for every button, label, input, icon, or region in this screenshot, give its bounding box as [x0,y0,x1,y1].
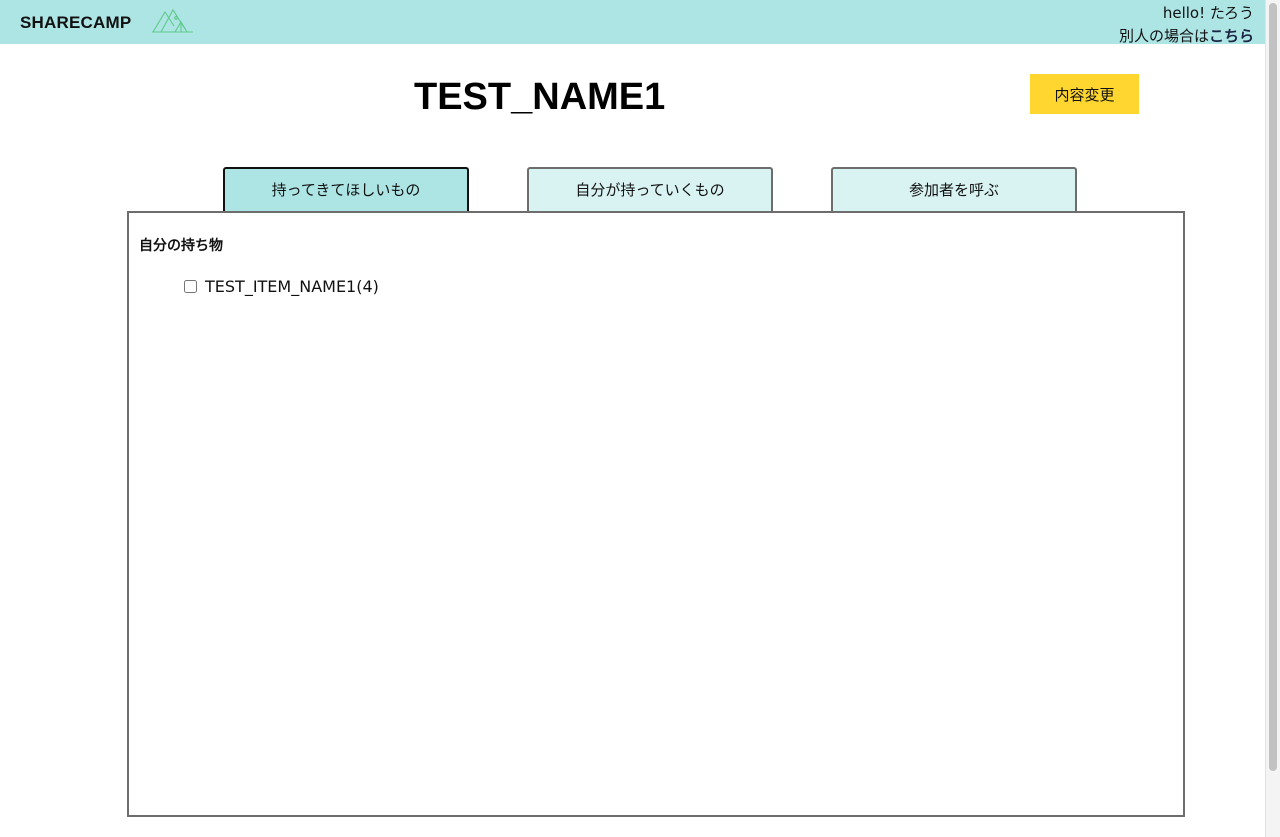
switch-prefix-text: 別人の場合は [1118,27,1209,45]
item-checkbox[interactable] [184,280,197,293]
page: SHARECAMP hello! たろう 別人の場合はこちら TEST_NAME… [0,0,1280,837]
list-item[interactable]: TEST_ITEM_NAME1 (4) [184,277,379,296]
top-header: SHARECAMP hello! たろう 別人の場合はこちら [0,0,1265,45]
scrollbar-thumb[interactable] [1269,3,1277,771]
brand-name[interactable]: SHARECAMP [20,13,131,33]
tab-requested-items[interactable]: 持ってきてほしいもの [223,167,469,212]
switch-user-link[interactable]: こちら [1209,27,1254,45]
event-title: TEST_NAME1 [414,76,666,118]
item-name: TEST_ITEM_NAME1 [205,277,357,296]
mountain-tent-icon [152,8,193,33]
user-area: hello! たろう 別人の場合はこちら [1119,2,1254,48]
switch-user-line: 別人の場合はこちら [1119,25,1254,48]
item-count: (4) [356,277,379,296]
panel-heading: 自分の持ち物 [139,238,223,254]
edit-event-button[interactable]: 内容変更 [1030,74,1139,114]
tab-content-panel: 自分の持ち物 TEST_ITEM_NAME1 (4) [127,211,1185,817]
tab-my-items[interactable]: 自分が持っていくもの [527,167,773,212]
vertical-scrollbar[interactable] [1265,0,1280,837]
greeting-text: hello! たろう [1162,4,1254,22]
tab-invite-participants[interactable]: 参加者を呼ぶ [831,167,1077,212]
